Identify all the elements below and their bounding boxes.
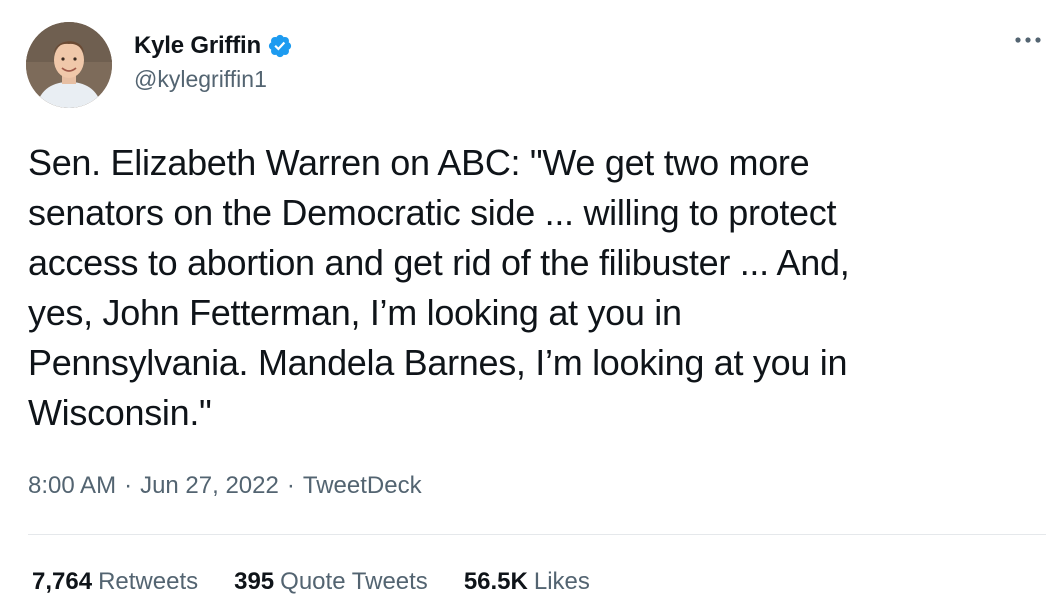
handle[interactable]: @kylegriffin1: [134, 66, 293, 93]
quote-tweets-count: 395: [234, 568, 275, 595]
retweets-label: Retweets: [98, 568, 199, 595]
engagement-stats: 7,764 Retweets 395 Quote Tweets 56.5K Likes: [32, 568, 626, 596]
quote-tweets-label: Quote Tweets: [280, 568, 428, 595]
more-horizontal-icon[interactable]: [1010, 30, 1046, 50]
display-name[interactable]: Kyle Griffin: [134, 32, 261, 60]
likes-stat[interactable]: 56.5K Likes: [464, 568, 590, 596]
avatar[interactable]: [26, 22, 112, 108]
divider: [28, 534, 1046, 535]
tweet-time[interactable]: 8:00 AM: [28, 472, 116, 500]
tweet-text: Sen. Elizabeth Warren on ABC: "We get tw…: [28, 142, 850, 433]
retweets-count: 7,764: [32, 568, 93, 595]
likes-count: 56.5K: [463, 568, 528, 595]
tweet-card: Kyle Griffin @kylegriffin1 Sen. Elizabet…: [0, 0, 1064, 612]
tweet-meta: 8:00 AM · Jun 27, 2022 · TweetDeck: [28, 472, 422, 500]
author-block: Kyle Griffin @kylegriffin1: [134, 30, 293, 93]
likes-label: Likes: [533, 568, 590, 595]
tweet-date[interactable]: Jun 27, 2022: [140, 472, 279, 500]
meta-separator: ·: [286, 472, 295, 499]
quote-tweets-stat[interactable]: 395 Quote Tweets: [234, 568, 428, 596]
meta-separator: ·: [124, 472, 133, 499]
profile-photo-icon: [26, 22, 112, 108]
tweet-source[interactable]: TweetDeck: [303, 472, 422, 500]
retweets-stat[interactable]: 7,764 Retweets: [32, 568, 198, 596]
name-row: Kyle Griffin: [134, 30, 293, 62]
verified-badge-icon: [267, 33, 293, 59]
